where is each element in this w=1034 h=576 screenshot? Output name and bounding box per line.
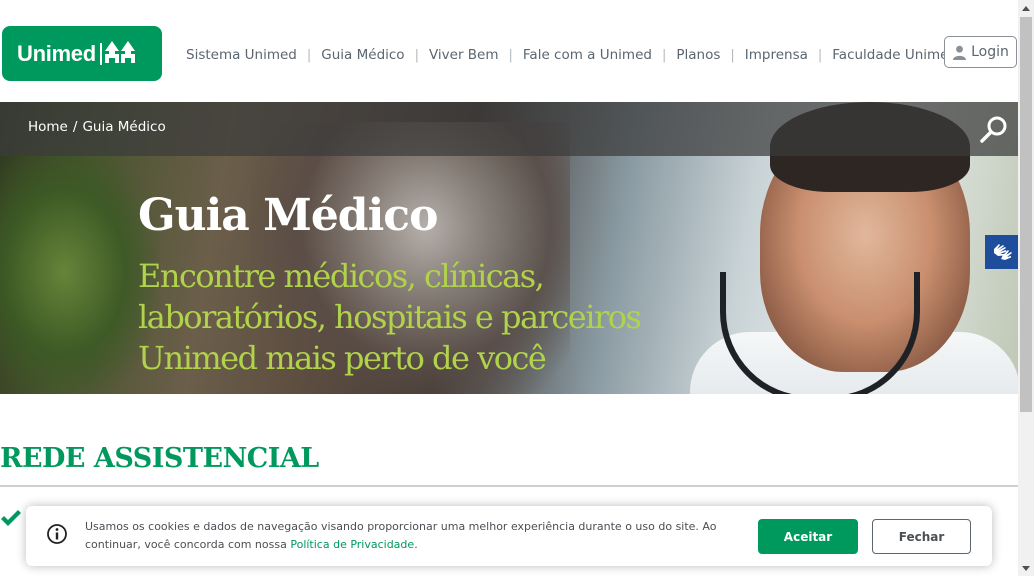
login-label: Login [971,44,1009,60]
user-icon [953,45,967,60]
nav-item-sistema-unimed[interactable]: Sistema Unimed [176,47,307,63]
scroll-up-arrow-icon[interactable] [1018,0,1034,16]
check-icon [0,509,22,533]
sign-language-icon [993,244,1012,260]
breadcrumb-separator: / [72,119,78,135]
breadcrumb: Home / Guia Médico [28,119,166,135]
hero-subtitle-line: Encontre médicos, clínicas, [138,257,545,295]
hero-subtitle-line: Unimed mais perto de você [138,339,547,377]
accessibility-button[interactable] [985,235,1018,269]
nav-item-planos[interactable]: Planos [666,47,730,63]
close-cookies-button[interactable]: Fechar [872,519,971,554]
hero-stethoscope [720,272,920,394]
nav-item-imprensa[interactable]: Imprensa [735,47,818,63]
info-icon [46,523,68,549]
scroll-down-arrow-icon[interactable] [1018,560,1034,576]
hero-background-plant [0,142,160,394]
breadcrumb-guia-medico[interactable]: Guia Médico [82,119,165,135]
nav-item-viver-bem[interactable]: Viver Bem [419,47,509,63]
scrollbar[interactable] [1018,0,1034,576]
scrollbar-thumb[interactable] [1020,17,1032,412]
hero-subtitle-line: laboratórios, hospitais e parceiros [138,298,642,336]
accept-cookies-button[interactable]: Aceitar [758,519,858,554]
logo-divider [99,42,102,65]
cookie-message-end: . [414,538,418,551]
nav-item-fale-com-a-unimed[interactable]: Fale com a Unimed [513,47,662,63]
login-button[interactable]: Login [944,36,1017,68]
page-title: Guia Médico [138,190,438,241]
unimed-tree-icon [104,40,135,67]
search-icon[interactable] [978,114,1010,146]
site-header: Unimed Sistema Unimed | Guia Médico | Vi… [0,0,1018,102]
cookie-banner: Usamos os cookies e dados de navegação v… [26,506,992,566]
main-nav: Sistema Unimed | Guia Médico | Viver Bem… [176,44,967,66]
section-divider [0,485,1018,487]
nav-item-guia-medico[interactable]: Guia Médico [311,47,414,63]
section-title-rede-assistencial: REDE ASSISTENCIAL [0,443,319,474]
unimed-logo[interactable]: Unimed [2,26,162,81]
logo-text: Unimed [17,40,96,66]
breadcrumb-home[interactable]: Home [28,119,68,135]
privacy-policy-link[interactable]: Política de Privacidade [290,538,414,551]
cookie-message: Usamos os cookies e dados de navegação v… [85,518,725,554]
hero-subtitle: Encontre médicos, clínicas, laboratórios… [138,256,738,379]
